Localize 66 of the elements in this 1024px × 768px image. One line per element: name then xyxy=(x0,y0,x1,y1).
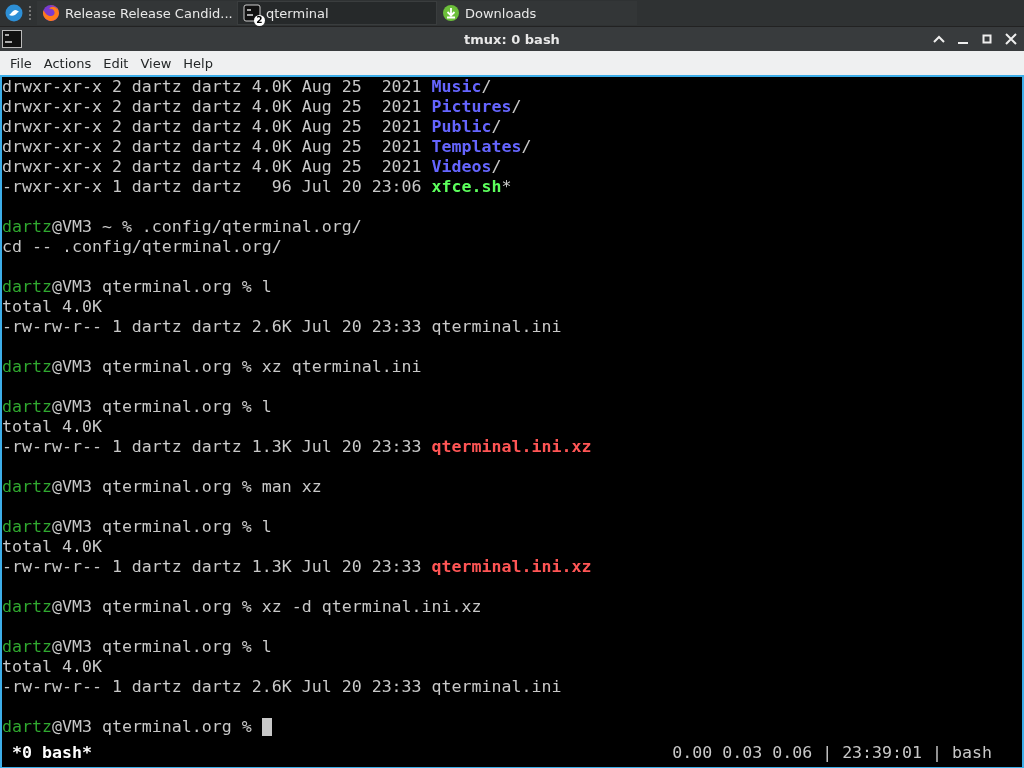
terminal-text: @VM3 qterminal.org % l xyxy=(51,277,272,297)
menu-item[interactable]: Actions xyxy=(37,53,98,73)
menu-item[interactable]: Help xyxy=(177,53,219,73)
window-list-label: *0 bash* xyxy=(11,743,92,763)
terminal-text: @VM3 qterminal.org % xz -d qterminal.ini.xz xyxy=(51,597,482,617)
menu-item[interactable]: View xyxy=(134,53,178,73)
terminal-text: total 4.0K xyxy=(2,417,102,437)
maximize-icon[interactable] xyxy=(980,32,994,46)
directory-name: Videos xyxy=(431,157,492,177)
terminal-text: @VM3 qterminal.org % xz qterminal.ini xyxy=(51,357,422,377)
menu-item[interactable]: Edit xyxy=(97,53,135,73)
terminal-text: @VM3 qterminal.org % l xyxy=(51,517,272,537)
terminal-text: @VM3 qterminal.org % xyxy=(51,717,253,737)
status-info: 0.00 0.03 0.06 | 23:39:01 | bash xyxy=(672,743,993,763)
terminal-text: / xyxy=(511,97,522,117)
terminal-text: @VM3 ~ % .config/qterminal.org/ xyxy=(51,217,362,237)
close-icon[interactable] xyxy=(1004,32,1018,46)
archive-name: qterminal.ini.xz xyxy=(431,437,592,457)
download-icon xyxy=(442,4,460,22)
prompt-user: dartz xyxy=(2,637,52,657)
terminal-text: drwxr-xr-x 2 dartz dartz 4.0K Aug 25 2021 xyxy=(2,157,423,177)
terminal-text: -rw-rw-r-- 1 dartz dartz 2.6K Jul 20 23:33 qterminal.ini xyxy=(2,317,562,337)
terminal-text: -rwxr-xr-x 1 dartz dartz 96 Jul 20 23:06 xyxy=(2,177,423,197)
prompt-user: dartz xyxy=(2,717,52,737)
menu-item[interactable]: File xyxy=(4,53,38,73)
window-title: tmux: 0 bash xyxy=(464,31,560,47)
terminal-text: * xyxy=(501,177,512,197)
terminal-icon xyxy=(243,4,261,22)
count-badge: 2 xyxy=(254,15,265,26)
taskbar-button[interactable]: 2 qterminal xyxy=(237,1,437,25)
terminal-text: / xyxy=(491,117,502,137)
terminal-text: total 4.0K xyxy=(2,657,102,677)
terminal-text: drwxr-xr-x 2 dartz dartz 4.0K Aug 25 2021 xyxy=(2,117,423,137)
browser-icon xyxy=(42,4,60,22)
terminal-text: / xyxy=(491,157,502,177)
terminal-text: cd -- .config/qterminal.org/ xyxy=(2,237,282,257)
terminal-text: -rw-rw-r-- 1 dartz dartz 2.6K Jul 20 23:33 qterminal.ini xyxy=(2,677,562,697)
terminal-text: total 4.0K xyxy=(2,297,102,317)
executable-name: xfce.sh xyxy=(431,177,502,197)
prompt-user: dartz xyxy=(2,517,52,537)
directory-name: Music xyxy=(431,77,482,97)
archive-name: qterminal.ini.xz xyxy=(431,557,592,577)
prompt-user: dartz xyxy=(2,277,52,297)
terminal-text: drwxr-xr-x 2 dartz dartz 4.0K Aug 25 2021 xyxy=(2,77,423,97)
terminal-text: @VM3 qterminal.org % l xyxy=(51,637,272,657)
prompt-user: dartz xyxy=(2,477,52,497)
directory-name: Public xyxy=(431,117,492,137)
terminal-text: total 4.0K xyxy=(2,537,102,557)
terminal-text: / xyxy=(521,137,532,157)
prompt-user: dartz xyxy=(2,357,52,377)
prompt-user: dartz xyxy=(2,217,52,237)
taskbar-button[interactable]: Release Release Candid... xyxy=(37,1,237,25)
directory-name: Pictures xyxy=(431,97,512,117)
terminal-text: drwxr-xr-x 2 dartz dartz 4.0K Aug 25 2021 xyxy=(2,97,423,117)
terminal-text: -rw-rw-r-- 1 dartz dartz 1.3K Jul 20 23:33 xyxy=(2,557,423,577)
prompt-user: dartz xyxy=(2,597,52,617)
terminal-text: / xyxy=(481,77,492,97)
terminal-text: @VM3 qterminal.org % man xz xyxy=(51,477,322,497)
prompt-user: dartz xyxy=(2,397,52,417)
terminal-text: -rw-rw-r-- 1 dartz dartz 1.3K Jul 20 23:33 xyxy=(2,437,423,457)
taskbar-button[interactable]: Downloads xyxy=(437,1,637,25)
terminal-icon xyxy=(2,30,22,48)
directory-name: Templates xyxy=(431,137,522,157)
terminal-text: @VM3 qterminal.org % l xyxy=(51,397,272,417)
terminal-text: drwxr-xr-x 2 dartz dartz 4.0K Aug 25 2021 xyxy=(2,137,423,157)
bird-icon[interactable] xyxy=(5,4,23,22)
